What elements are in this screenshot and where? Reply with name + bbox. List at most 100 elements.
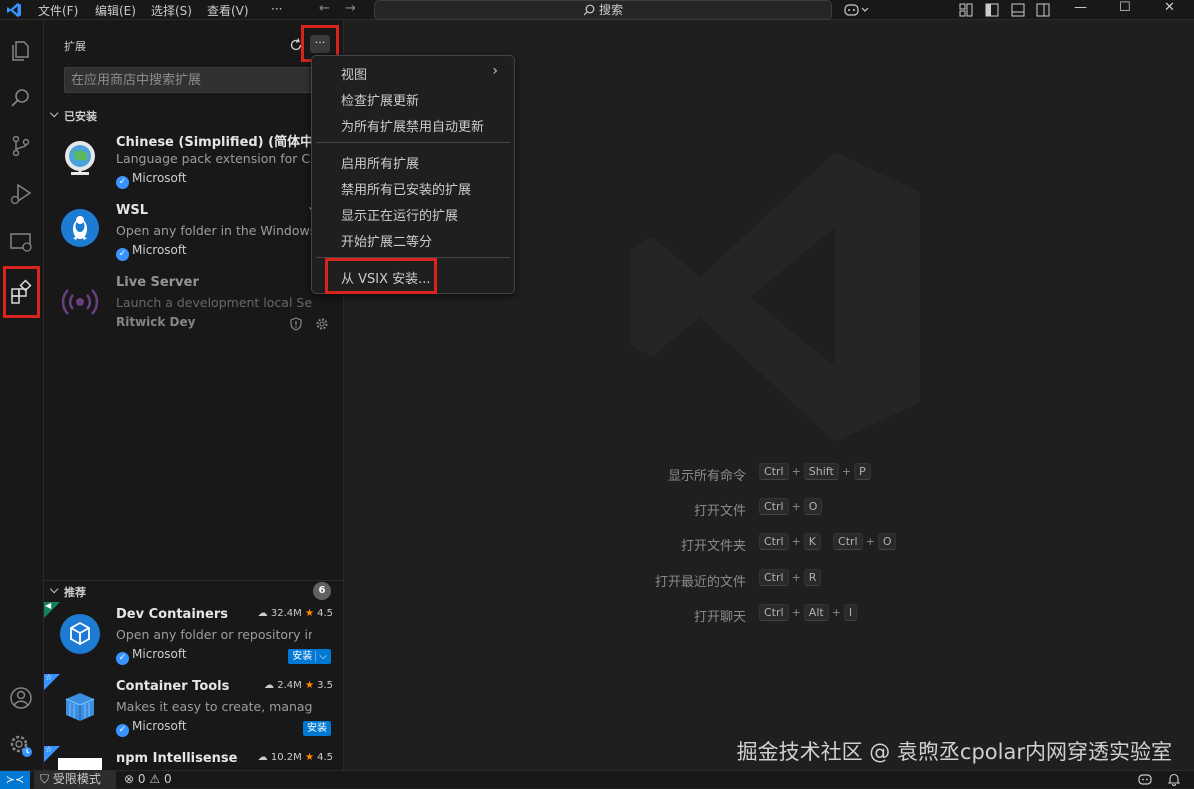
- copilot-icon[interactable]: [844, 2, 872, 18]
- toggle-primary-sidebar-icon[interactable]: [984, 2, 1000, 18]
- source-control-icon[interactable]: [7, 132, 35, 160]
- extension-item-container-tools[interactable]: ☆ Container Tools ☁ 2.4M ★ 3.5 Makes it …: [44, 673, 343, 746]
- vscode-logo-icon: [7, 3, 21, 17]
- remote-explorer-icon[interactable]: [7, 228, 35, 256]
- remote-icon: ≻≺: [5, 773, 25, 786]
- shortcut-label: 打开文件夹: [680, 539, 746, 554]
- verified-icon: ✓: [116, 176, 129, 189]
- extension-name: Container Tools: [116, 679, 230, 694]
- watermark-text: 掘金技术社区 @ 袁煦丞cpolar内网穿透实验室: [736, 740, 1172, 764]
- shortcut-keys: Ctrl + Shift + P: [758, 463, 872, 480]
- menu-more[interactable]: ···: [271, 2, 282, 16]
- menu-item-show-running[interactable]: 显示正在运行的扩展: [316, 201, 510, 225]
- chevron-down-icon: ⌵: [50, 107, 59, 120]
- notifications-bell-icon[interactable]: [1167, 772, 1181, 786]
- account-icon[interactable]: [7, 684, 35, 712]
- forward-arrow-icon[interactable]: →: [345, 1, 356, 16]
- extension-stat: ☁ 2.4M ★ 3.5: [264, 680, 333, 691]
- installed-section-label: 已安装: [64, 110, 97, 123]
- shield-icon[interactable]: [289, 317, 303, 331]
- menu-item-start-bisect[interactable]: 开始扩展二等分: [316, 227, 510, 251]
- manage-gear-icon[interactable]: [7, 732, 35, 760]
- shortcut-keys: Ctrl + K Ctrl + O: [758, 533, 897, 550]
- shortcut-open-folder: 打开文件夹 Ctrl + K Ctrl + O: [344, 533, 1194, 554]
- toggle-panel-icon[interactable]: [1010, 2, 1026, 18]
- megaphone-icon: ◀: [45, 601, 52, 610]
- extension-search-input[interactable]: [65, 68, 285, 92]
- download-cloud-icon: ☁: [264, 680, 275, 691]
- recommended-count-badge: 6: [313, 582, 331, 600]
- run-debug-icon[interactable]: [7, 180, 35, 208]
- shortcut-open-recent: 打开最近的文件 Ctrl + R: [344, 569, 1194, 590]
- extension-description: Open any folder in the Windows Subsystem: [116, 223, 312, 238]
- verified-icon: ✓: [116, 724, 129, 737]
- install-button[interactable]: 安装 ⌵: [288, 649, 331, 664]
- star-icon: ★: [304, 752, 314, 763]
- explorer-icon[interactable]: [7, 36, 35, 64]
- extension-publisher: ✓ Microsoft: [116, 171, 187, 189]
- extension-name: npm Intellisense: [116, 751, 238, 766]
- close-button[interactable]: ✕: [1164, 0, 1175, 15]
- toggle-secondary-sidebar-icon[interactable]: [1035, 2, 1051, 18]
- extension-item-dev-containers[interactable]: ◀ Dev Containers ☁ 32.4M ★ 4.5 Open any …: [44, 601, 343, 674]
- status-bar: ≻≺ ⛉ 受限模式 ⊗ 0 ⚠ 0: [0, 770, 1194, 789]
- extension-description: Makes it easy to create, manage, an...: [116, 699, 312, 714]
- command-center-search[interactable]: 搜索: [374, 0, 832, 20]
- shortcut-label: 显示所有命令: [667, 469, 746, 484]
- extension-description: Language pack extension for Chinese: [116, 151, 312, 166]
- menu-view[interactable]: 查看(V): [207, 2, 249, 19]
- search-label: 搜索: [598, 3, 623, 17]
- extension-search-box[interactable]: [64, 67, 334, 93]
- extension-stat: ☁ 32.4M ★ 4.5: [257, 608, 333, 619]
- shortcut-show-all-commands: 显示所有命令 Ctrl + Shift + P: [344, 463, 1194, 484]
- search-icon[interactable]: [7, 84, 35, 112]
- extension-item-npm-intellisense[interactable]: ☆ npm Intellisense ☁ 10.2M ★ 4.5: [44, 746, 343, 770]
- shortcut-label: 打开聊天: [693, 610, 746, 625]
- shortcut-open-file: 打开文件 Ctrl + O: [344, 498, 1194, 519]
- remote-indicator-button[interactable]: ≻≺: [0, 771, 30, 789]
- title-bar: 文件(F) 编辑(E) 选择(S) 查看(V) ··· ← → 搜索 — ☐ ✕: [0, 0, 1194, 20]
- gear-icon[interactable]: [315, 317, 329, 331]
- installed-section-header[interactable]: ⌵ 已安装: [44, 104, 343, 126]
- shield-icon: ⛉: [40, 772, 50, 786]
- minimize-button[interactable]: —: [1074, 0, 1087, 15]
- penguin-icon: [61, 209, 99, 247]
- menu-file[interactable]: 文件(F): [38, 2, 78, 19]
- shortcut-keys: Ctrl + O: [758, 498, 823, 515]
- extension-item-chinese[interactable]: Chinese (Simplified) (简体中文) I Language p…: [44, 126, 343, 198]
- menu-item-check-updates[interactable]: 检查扩展更新: [316, 86, 510, 110]
- extension-item-wsl[interactable]: WSL ⟲ 11 Open any folder in the Windows …: [44, 198, 343, 270]
- menu-item-views[interactable]: 视图 ›: [316, 60, 510, 84]
- error-count: 0: [137, 772, 146, 786]
- npm-logo-icon: [58, 758, 102, 770]
- recommended-section-header[interactable]: ⌵ 推荐 6: [44, 580, 343, 602]
- problems-button[interactable]: ⊗ 0 ⚠ 0: [124, 772, 172, 786]
- shortcut-keys: Ctrl + R: [758, 569, 822, 586]
- extension-item-live-server[interactable]: Live Server Launch a development local S…: [44, 270, 343, 342]
- menu-item-disable-all[interactable]: 禁用所有已安装的扩展: [316, 175, 510, 199]
- chevron-down-icon[interactable]: ⌵: [315, 651, 327, 662]
- menu-item-enable-all[interactable]: 启用所有扩展: [316, 149, 510, 173]
- menu-edit[interactable]: 编辑(E): [95, 2, 136, 19]
- extension-publisher: ✓ Microsoft: [116, 719, 187, 737]
- star-icon: ★: [304, 608, 314, 619]
- install-button[interactable]: 安装: [303, 721, 331, 736]
- more-actions-button[interactable]: ···: [310, 35, 330, 53]
- cube-icon: [60, 614, 100, 654]
- extensions-icon[interactable]: [7, 278, 35, 306]
- copilot-status-icon[interactable]: [1138, 772, 1152, 786]
- customize-layout-icon[interactable]: [958, 2, 974, 18]
- menu-item-disable-auto-update[interactable]: 为所有扩展禁用自动更新: [316, 112, 510, 136]
- download-cloud-icon: ☁: [257, 752, 268, 763]
- verified-icon: ✓: [116, 652, 129, 665]
- maximize-button[interactable]: ☐: [1119, 0, 1131, 15]
- restricted-mode-button[interactable]: ⛉ 受限模式: [34, 771, 116, 789]
- shortcut-label: 打开最近的文件: [654, 575, 746, 590]
- back-arrow-icon[interactable]: ←: [319, 1, 330, 16]
- extension-publisher: ✓ Microsoft: [116, 243, 187, 261]
- star-icon: ★: [304, 680, 314, 691]
- sidebar-title: 扩展: [64, 40, 86, 53]
- warning-count: 0: [163, 772, 172, 786]
- extension-publisher: ✓ Microsoft: [116, 647, 187, 665]
- menu-selection[interactable]: 选择(S): [151, 2, 192, 19]
